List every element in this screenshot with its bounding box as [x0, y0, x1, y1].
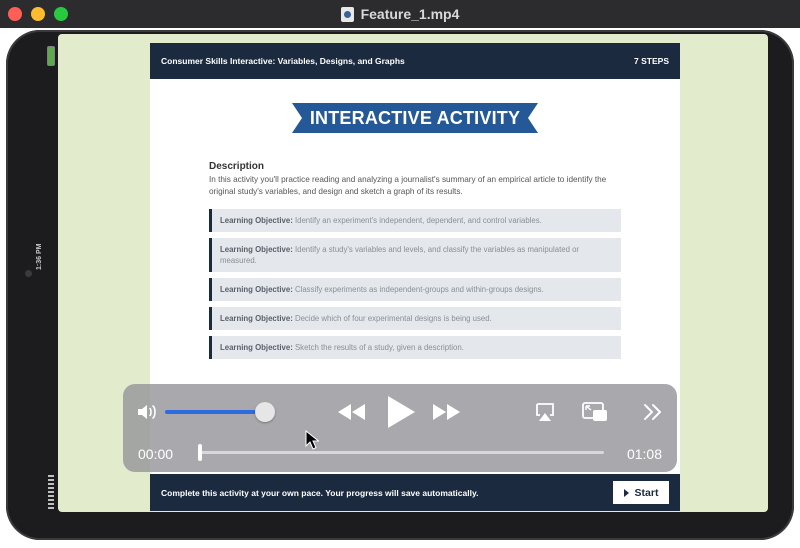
banner-text: INTERACTIVE ACTIVITY [309, 107, 521, 128]
objective-text: Identify an experiment's independent, de… [294, 216, 542, 225]
fast-forward-icon[interactable] [431, 403, 461, 421]
activity-title: Consumer Skills Interactive: Variables, … [161, 56, 405, 66]
play-icon[interactable] [385, 394, 417, 430]
interactive-activity-banner: INTERACTIVE ACTIVITY [292, 103, 538, 133]
banner-body: INTERACTIVE ACTIVITY [302, 103, 528, 133]
player-controls: 00:00 01:08 [123, 384, 677, 472]
window-title-group: Feature_1.mp4 [0, 0, 800, 28]
progress-bar[interactable] [199, 451, 604, 454]
banner-ribbon-right [528, 103, 538, 133]
start-label: Start [634, 486, 659, 499]
objective-label: Learning Objective: [220, 216, 293, 225]
steps-count: 7 STEPS [634, 56, 669, 66]
objective-label: Learning Objective: [220, 314, 293, 323]
more-icon[interactable] [642, 403, 664, 421]
video-frame[interactable]: 1:36 PM Consumer Skills Interactive: Var… [0, 28, 800, 548]
start-button[interactable]: Start [613, 481, 669, 504]
status-time: 1:36 PM [36, 243, 43, 270]
description-heading: Description [209, 161, 265, 172]
tablet-bezel: 1:36 PM [6, 30, 58, 540]
footer-text: Complete this activity at your own pace.… [161, 487, 479, 498]
activity-header: Consumer Skills Interactive: Variables, … [150, 43, 680, 79]
airplay-icon[interactable] [534, 401, 556, 423]
battery-icon [47, 46, 55, 66]
volume-slider-handle[interactable] [255, 402, 275, 422]
mouse-pointer-icon [305, 430, 319, 450]
activity-footer: Complete this activity at your own pace.… [150, 474, 680, 511]
description-section: Description In this activity you'll prac… [209, 161, 619, 198]
rewind-icon[interactable] [337, 403, 367, 421]
home-indicator-icon [48, 475, 54, 509]
window-title: Feature_1.mp4 [360, 6, 460, 22]
objective-text: Decide which of four experimental design… [294, 314, 492, 323]
objective-label: Learning Objective: [220, 245, 293, 254]
objective-text: Classify experiments as independent-grou… [294, 285, 544, 294]
progress-scrubber-handle[interactable] [198, 444, 202, 461]
learning-objective-item: Learning Objective: Classify experiments… [209, 278, 621, 301]
window-titlebar: Feature_1.mp4 [0, 0, 800, 28]
learning-objective-item: Learning Objective: Decide which of four… [209, 307, 621, 330]
description-text: In this activity you'll practice reading… [209, 175, 607, 196]
volume-icon[interactable] [137, 403, 159, 421]
volume-slider[interactable] [165, 410, 265, 414]
learning-objective-item: Learning Objective: Identify an experime… [209, 209, 621, 232]
learning-objective-item: Learning Objective: Sketch the results o… [209, 336, 621, 359]
current-time: 00:00 [138, 446, 174, 462]
learning-objective-item: Learning Objective: Identify a study's v… [209, 238, 621, 272]
objective-label: Learning Objective: [220, 285, 293, 294]
objective-text: Sketch the results of a study, given a d… [294, 343, 464, 352]
camera-icon [25, 270, 32, 277]
video-file-icon [340, 6, 354, 22]
banner-ribbon-left [292, 103, 302, 133]
objective-label: Learning Objective: [220, 343, 293, 352]
picture-in-picture-icon[interactable] [581, 400, 609, 424]
duration-time: 01:08 [626, 446, 662, 462]
learning-objectives-list: Learning Objective: Identify an experime… [209, 209, 621, 365]
play-triangle-icon [623, 488, 629, 497]
